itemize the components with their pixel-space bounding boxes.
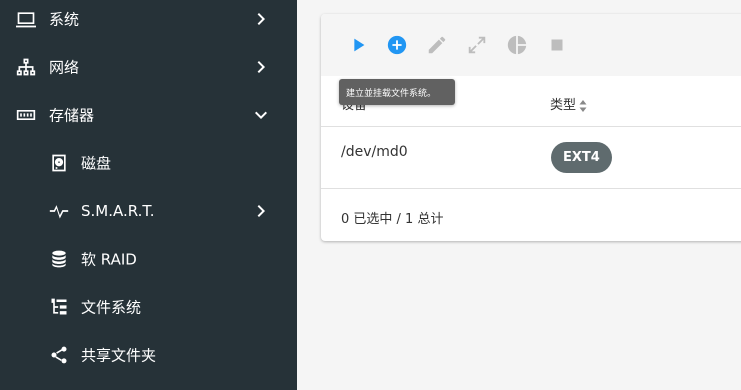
pulse-icon (49, 201, 69, 221)
sidebar-item-label: 网络 (49, 58, 80, 77)
fs-type-badge: EXT4 (551, 142, 612, 173)
plus-circle-icon (387, 35, 407, 55)
selection-summary: 0 已选中 / 1 总计 (341, 212, 444, 227)
expand-icon (468, 36, 486, 54)
monitor-icon (16, 9, 36, 29)
table-row[interactable]: /dev/md0 EXT4 (321, 127, 741, 189)
chevron-right-icon (249, 199, 273, 223)
sort-icon (579, 99, 587, 112)
sidebar-item-raid[interactable]: 软 RAID (0, 235, 297, 283)
sidebar-item-disks[interactable]: 磁盘 (0, 139, 297, 187)
sidebar-item-storage[interactable]: 存储器 (0, 91, 297, 139)
sidebar-item-label: 文件系统 (81, 298, 142, 317)
device-cell: /dev/md0 (341, 144, 408, 160)
stop-icon (551, 39, 563, 51)
create-button-tooltip: 建立並挂载文件系统。 (339, 79, 455, 105)
storage-icon (16, 105, 36, 125)
chevron-down-icon (249, 103, 273, 127)
resize-button[interactable] (465, 33, 489, 57)
edit-button[interactable] (425, 33, 449, 57)
unmount-button[interactable] (545, 33, 569, 57)
file-tree-icon (49, 297, 69, 317)
sidebar-item-smart[interactable]: S.M.A.R.T. (0, 187, 297, 235)
sidebar-item-label: 共享文件夹 (81, 346, 157, 365)
sidebar-item-label: 系统 (49, 10, 80, 29)
harddisk-icon (49, 153, 69, 173)
toolbar (321, 14, 741, 76)
sidebar-item-shared-folders[interactable]: 共享文件夹 (0, 331, 297, 379)
share-icon (49, 345, 69, 365)
sidebar-item-label: 磁盘 (81, 154, 112, 173)
network-icon (16, 57, 36, 77)
sidebar: 系统 网络 存储器 磁盘 S.M.A.R.T. 软 RAID 文件系统 共享文件… (0, 0, 297, 390)
column-header-label: 类型 (550, 98, 577, 113)
sidebar-item-label: S.M.A.R.T. (81, 202, 155, 220)
pie-chart-icon (507, 35, 527, 55)
quota-button[interactable] (505, 33, 529, 57)
filesystems-card: 设备 类型 /dev/md0 EXT4 0 已选中 / 1 总计 (321, 14, 741, 241)
play-icon (354, 38, 365, 52)
pencil-icon (428, 36, 446, 54)
mount-button[interactable] (346, 33, 370, 57)
create-button[interactable] (385, 33, 409, 57)
sidebar-item-label: 软 RAID (81, 250, 137, 269)
sidebar-item-filesystems[interactable]: 文件系统 (0, 283, 297, 331)
chevron-right-icon (249, 7, 273, 31)
sidebar-item-label: 存储器 (49, 106, 95, 125)
column-header-type[interactable]: 类型 (550, 94, 587, 113)
sidebar-item-network[interactable]: 网络 (0, 43, 297, 91)
chevron-right-icon (249, 55, 273, 79)
database-icon (49, 249, 69, 269)
sidebar-item-system[interactable]: 系统 (0, 0, 297, 43)
